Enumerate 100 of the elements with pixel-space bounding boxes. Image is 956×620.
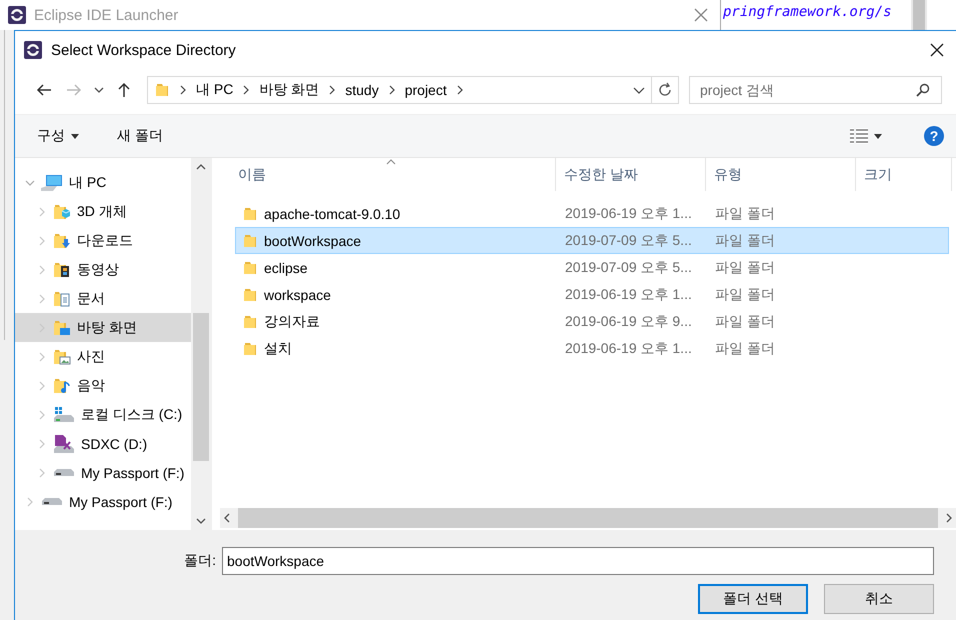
chevron-right-icon[interactable] [242,85,250,95]
horizontal-scrollbar[interactable] [220,508,956,528]
download-folder-icon [53,232,71,250]
search-icon[interactable] [916,83,930,97]
organize-button[interactable]: 구성 [29,123,87,149]
code-text: pringframework.org/s [723,4,892,20]
modified-date: 2019-07-09 오후 5... [564,232,693,250]
tree-label: 문서 [77,290,105,308]
tree-item[interactable]: 다운로드 [15,226,191,255]
tree-item[interactable]: 문서 [15,284,191,313]
file-row[interactable]: bootWorkspace 2019-07-09 오후 5... 파일 폴더 [235,227,949,254]
vertical-scrollbar[interactable] [191,158,211,530]
system-drive-icon [53,406,75,424]
file-type: 파일 폴더 [714,340,775,358]
up-arrow-icon[interactable] [116,82,132,98]
file-type: 파일 폴더 [714,286,775,304]
folder-name-field[interactable]: bootWorkspace [222,547,934,575]
tree-item[interactable]: 내 PC [15,168,191,197]
scroll-right-icon[interactable] [946,513,952,523]
scroll-left-icon[interactable] [224,513,230,523]
file-type: 파일 폴더 [714,232,775,250]
refresh-icon[interactable] [657,82,673,98]
tree-label: 음악 [77,376,105,394]
drive-icon [54,469,74,476]
modified-date: 2019-06-19 오후 1... [564,340,693,358]
tree-item[interactable]: 바탕 화면 [15,313,191,342]
file-row[interactable]: workspace 2019-06-19 오후 1... 파일 폴더 [235,281,949,308]
file-type: 파일 폴더 [714,258,775,276]
cube-folder-icon [53,202,71,220]
breadcrumb[interactable]: 바탕 화면 [259,81,320,99]
folder-label: 폴더: [183,552,216,570]
close-icon[interactable] [930,43,944,57]
new-folder-button[interactable]: 새 폴더 [109,123,171,149]
tree-item[interactable]: SDXC (D:) [15,429,191,458]
modified-date: 2019-06-19 오후 1... [564,286,693,304]
tree-item[interactable]: My Passport (F:) [15,458,191,487]
address-bar[interactable]: 내 PC 바탕 화면 study project [147,76,679,104]
document-folder-icon [53,290,71,308]
tree-label: 다운로드 [77,232,133,250]
column-header[interactable]: 수정한 날짜 [556,158,706,191]
breadcrumb[interactable]: study [345,82,379,98]
computer-icon [41,174,63,192]
select-folder-button[interactable]: 폴더 선택 [698,584,808,614]
vertical-scrollbar[interactable] [911,0,927,30]
tree-item[interactable]: 로컬 디스크 (C:) [15,400,191,429]
tree-label: 바탕 화면 [77,318,137,336]
search-field[interactable]: project 검색 [689,76,942,104]
breadcrumb[interactable]: 내 PC [196,81,234,99]
folder-icon [242,340,258,356]
folder-icon [242,314,258,330]
folder-icon [242,206,258,222]
picture-folder-icon [53,348,71,366]
sd-card-drive-icon [53,434,75,454]
file-name: 설치 [264,340,292,358]
help-button[interactable]: ? [924,126,944,146]
file-row[interactable]: apache-tomcat-9.0.10 2019-06-19 오후 1... 파일 폴더 [235,200,949,227]
chevron-right-icon[interactable] [328,85,336,95]
column-header[interactable]: 크기 [856,158,952,191]
tree-item[interactable]: 3D 개체 [15,197,191,226]
scroll-down-icon[interactable] [196,518,206,524]
file-row[interactable]: 설치 2019-06-19 오후 1... 파일 폴더 [235,335,949,362]
tree-label: SDXC (D:) [81,436,148,452]
chevron-right-icon[interactable] [388,85,396,95]
column-header[interactable]: 이름 [220,158,556,191]
chevron-right-icon[interactable] [179,85,187,95]
folder-icon [154,82,170,98]
drive-icon [42,498,62,505]
file-row[interactable]: eclipse 2019-07-09 오후 5... 파일 폴더 [235,254,949,281]
file-name: eclipse [264,260,308,276]
file-name: apache-tomcat-9.0.10 [264,206,400,222]
desktop-folder-icon [53,318,71,336]
tree-item[interactable]: 사진 [15,342,191,371]
caret-icon[interactable] [71,134,79,138]
back-arrow-icon[interactable] [36,82,52,98]
tree-item[interactable]: 음악 [15,371,191,400]
tree-label: 사진 [77,348,105,366]
tree-label: 내 PC [69,174,106,192]
tree-label: My Passport (F:) [69,494,172,510]
dialog-title: Select Workspace Directory [51,42,237,58]
tree-item[interactable]: 동영상 [15,255,191,284]
music-folder-icon [53,376,71,394]
breadcrumb[interactable]: project [404,82,447,98]
modified-date: 2019-06-19 오후 9... [564,312,693,330]
modified-date: 2019-06-19 오후 1... [564,204,693,222]
details-view-icon[interactable] [850,129,868,143]
caret-icon[interactable] [874,134,882,138]
modified-date: 2019-07-09 오후 5... [564,258,693,276]
tree-item[interactable]: My Passport (F:) [15,487,191,516]
file-name: workspace [264,286,331,302]
tree-label: My Passport (F:) [81,464,184,480]
sort-ascending-icon [386,159,396,165]
file-row[interactable]: 강의자료 2019-06-19 오후 9... 파일 폴더 [235,308,949,335]
app-icon [8,6,26,24]
window-title: Eclipse IDE Launcher [34,6,180,24]
file-type: 파일 폴더 [714,204,775,222]
scroll-up-icon[interactable] [196,164,206,170]
folder-icon [242,260,258,276]
column-header[interactable]: 유형 [706,158,856,191]
chevron-right-icon[interactable] [456,85,464,95]
cancel-button[interactable]: 취소 [824,584,934,614]
